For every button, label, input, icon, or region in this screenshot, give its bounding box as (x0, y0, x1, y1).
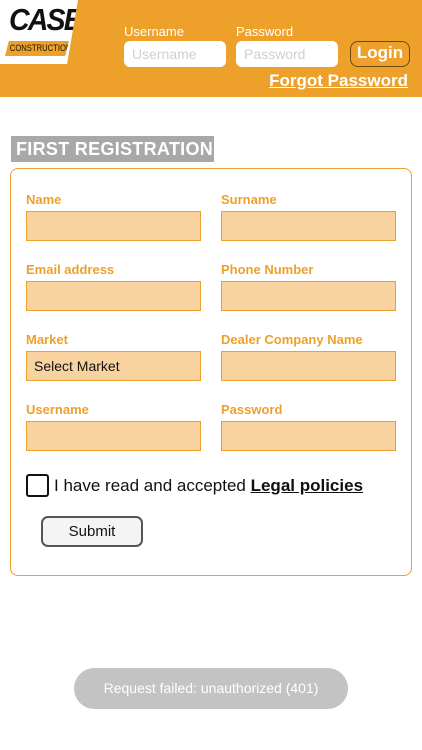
email-input[interactable] (26, 281, 201, 311)
phone-input[interactable] (221, 281, 396, 311)
email-label: Email address (26, 262, 115, 277)
password-input[interactable] (221, 421, 396, 451)
market-label: Market (26, 332, 68, 347)
logo-subtitle-text: CONSTRUCTION (9, 43, 72, 53)
phone-label: Phone Number (221, 262, 314, 277)
name-label: Name (26, 192, 62, 207)
header-password-label: Password (236, 24, 294, 39)
case-construction-logo: CASE CONSTRUCTION (0, 0, 78, 64)
header-password-input[interactable] (236, 41, 338, 67)
legal-policies-link[interactable]: Legal policies (251, 476, 363, 495)
submit-button[interactable]: Submit (41, 516, 143, 547)
error-toast: Request failed: unauthorized (401) (74, 668, 348, 709)
dealer-company-label: Dealer Company Name (221, 332, 363, 347)
username-label: Username (26, 402, 89, 417)
logo-brand-text: CASE (9, 2, 81, 37)
header-username-label: Username (124, 24, 184, 39)
logo-subtitle-plate: CONSTRUCTION (5, 41, 69, 56)
market-select[interactable]: Select Market (26, 351, 201, 381)
login-button[interactable]: Login (350, 41, 410, 67)
surname-label: Surname (221, 192, 277, 207)
agree-label: I have read and accepted (54, 476, 251, 495)
surname-input[interactable] (221, 211, 396, 241)
legal-agreement-text: I have read and accepted Legal policies (54, 476, 363, 496)
password-label: Password (221, 402, 283, 417)
top-header-bar: CASE CONSTRUCTION Username Password Logi… (0, 0, 422, 97)
section-title: FIRST REGISTRATION (11, 136, 214, 162)
username-input[interactable] (26, 421, 201, 451)
name-input[interactable] (26, 211, 201, 241)
legal-policies-checkbox[interactable] (26, 474, 49, 497)
forgot-password-link[interactable]: Forgot Password (269, 71, 408, 91)
dealer-company-input[interactable] (221, 351, 396, 381)
header-username-input[interactable] (124, 41, 226, 67)
